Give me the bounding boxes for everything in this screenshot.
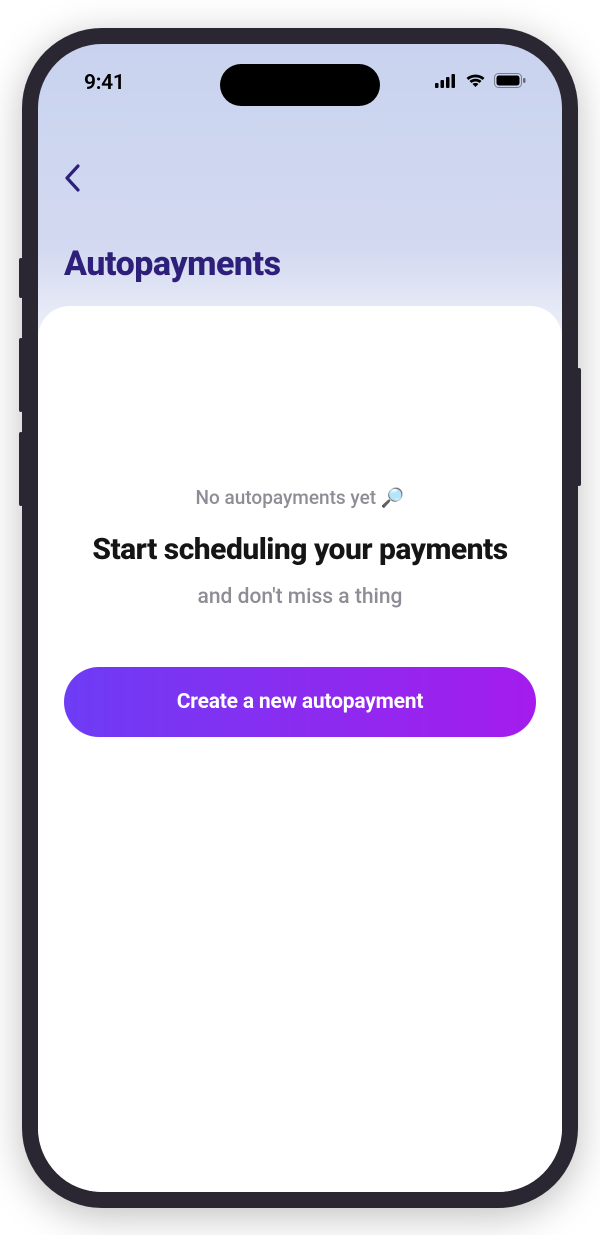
empty-state-heading: Start scheduling your payments — [64, 531, 536, 569]
status-indicators — [435, 73, 526, 92]
cellular-signal-icon — [435, 73, 457, 92]
empty-state: No autopayments yet 🔎 Start scheduling y… — [64, 486, 536, 737]
side-button-volume-up — [19, 338, 23, 412]
content-card: No autopayments yet 🔎 Start scheduling y… — [38, 306, 562, 1192]
side-button-power — [577, 368, 581, 486]
phone-frame: 9:41 — [22, 28, 578, 1208]
battery-icon — [494, 73, 526, 92]
side-button-volume-down — [19, 432, 23, 506]
chevron-left-icon — [64, 164, 80, 192]
create-autopayment-button[interactable]: Create a new autopayment — [64, 667, 536, 737]
side-button-silence — [19, 258, 23, 298]
dynamic-island — [220, 64, 380, 106]
empty-state-subtext: and don't miss a thing — [64, 585, 536, 609]
header-area: Autopayments — [38, 108, 562, 284]
wifi-icon — [465, 73, 486, 92]
empty-state-label: No autopayments yet 🔎 — [64, 486, 536, 509]
page-title: Autopayments — [64, 244, 536, 284]
back-button[interactable] — [64, 158, 104, 198]
phone-screen: 9:41 — [38, 44, 562, 1192]
status-time: 9:41 — [84, 71, 125, 95]
